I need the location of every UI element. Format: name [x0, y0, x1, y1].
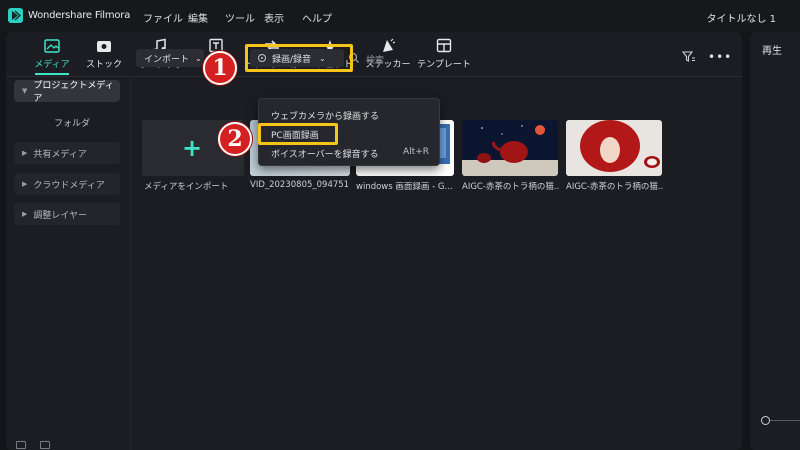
main-panel: メディア ストック オーディオ トランジション エフェクト ステッカー テンプレ… — [6, 32, 742, 450]
media-icon — [44, 39, 60, 53]
active-tab-indicator — [35, 73, 69, 75]
zoom-slider-knob[interactable] — [761, 416, 770, 425]
sidebar-item-label: 共有メディア — [33, 149, 87, 160]
media-thumbnail-teapot[interactable] — [462, 120, 558, 176]
menu-help[interactable]: ヘルプ — [302, 10, 332, 25]
import-media-label: メディアをインポート — [144, 182, 229, 192]
search-input[interactable]: 検索 — [366, 53, 384, 66]
filter-icon[interactable] — [682, 51, 696, 63]
import-button[interactable]: インポート ⌄ — [136, 49, 204, 67]
menu-file[interactable]: ファイル — [143, 10, 183, 25]
template-icon — [436, 38, 452, 53]
sticker-icon — [383, 38, 396, 52]
caret-right-icon: ▶ — [22, 180, 28, 188]
menu-item-voiceover[interactable]: ボイスオーバーを録音する — [271, 147, 379, 160]
sidebar-item-folder[interactable]: フォルダ — [54, 116, 90, 129]
step-badge-2: 2 — [218, 122, 252, 156]
menu-item-webcam-record[interactable]: ウェブカメラから録画する — [271, 109, 379, 122]
voiceover-shortcut: Alt+R — [403, 147, 429, 157]
media-caption: windows 画面録画 - G... — [356, 182, 453, 192]
tab-template-label: テンプレート — [417, 60, 471, 70]
folder-icon[interactable] — [40, 441, 50, 449]
tab-playback[interactable]: 再生 — [762, 42, 782, 57]
preview-panel: 再生 — [750, 32, 800, 450]
app-name: Wondershare Filmora — [28, 10, 131, 21]
document-title: タイトルなし 1 — [706, 14, 776, 25]
media-caption: AIGC-赤茶のトラ柄の猫... — [566, 182, 664, 192]
sidebar-item-label: クラウドメディア — [33, 180, 105, 191]
menu-view[interactable]: 表示 — [264, 10, 284, 25]
menu-tools[interactable]: ツール — [225, 10, 255, 25]
zoom-slider-track[interactable] — [766, 420, 800, 421]
sidebar-item-label: プロジェクトメディア — [33, 81, 114, 104]
tab-media[interactable]: メディア — [24, 38, 80, 70]
filmora-logo-icon — [8, 8, 23, 23]
plus-icon: + — [182, 134, 203, 162]
media-caption: AIGC-赤茶のトラ柄の猫... — [462, 182, 560, 192]
menu-edit[interactable]: 編集 — [188, 10, 208, 25]
caret-right-icon: ▶ — [22, 149, 28, 157]
new-folder-icon[interactable] — [16, 441, 26, 449]
tab-template[interactable]: テンプレート — [416, 38, 472, 70]
chevron-down-icon: ⌄ — [195, 53, 202, 63]
caret-down-icon: ▼ — [22, 87, 28, 95]
title-bar: Wondershare Filmora ファイル 編集 ツール 表示 ヘルプ タ… — [0, 0, 800, 32]
step-badge-1: 1 — [203, 51, 237, 85]
tab-stock-label: ストック — [85, 60, 122, 70]
more-options-icon[interactable]: ••• — [708, 50, 732, 64]
media-caption: VID_20230805_094751 — [250, 180, 348, 190]
stock-icon — [97, 41, 111, 52]
tab-media-label: メディア — [34, 60, 70, 70]
highlight-screen-record — [258, 123, 338, 145]
sidebar-item-adjustment-layer[interactable]: ▶ 調整レイヤー — [14, 203, 120, 225]
sidebar-divider — [130, 77, 131, 450]
import-button-label: インポート — [144, 54, 190, 65]
highlight-record-button — [245, 44, 353, 72]
sidebar-item-shared-media[interactable]: ▶ 共有メディア — [14, 142, 120, 164]
tab-stock[interactable]: ストック — [76, 38, 132, 70]
sidebar-item-cloud-media[interactable]: ▶ クラウドメディア — [14, 173, 120, 195]
sidebar-item-project-media[interactable]: ▼ プロジェクトメディア — [14, 80, 120, 104]
sidebar-item-label: 調整レイヤー — [33, 210, 88, 221]
caret-right-icon: ▶ — [22, 210, 28, 218]
toolbar-divider — [6, 76, 742, 77]
media-thumbnail-portrait[interactable] — [566, 120, 662, 176]
